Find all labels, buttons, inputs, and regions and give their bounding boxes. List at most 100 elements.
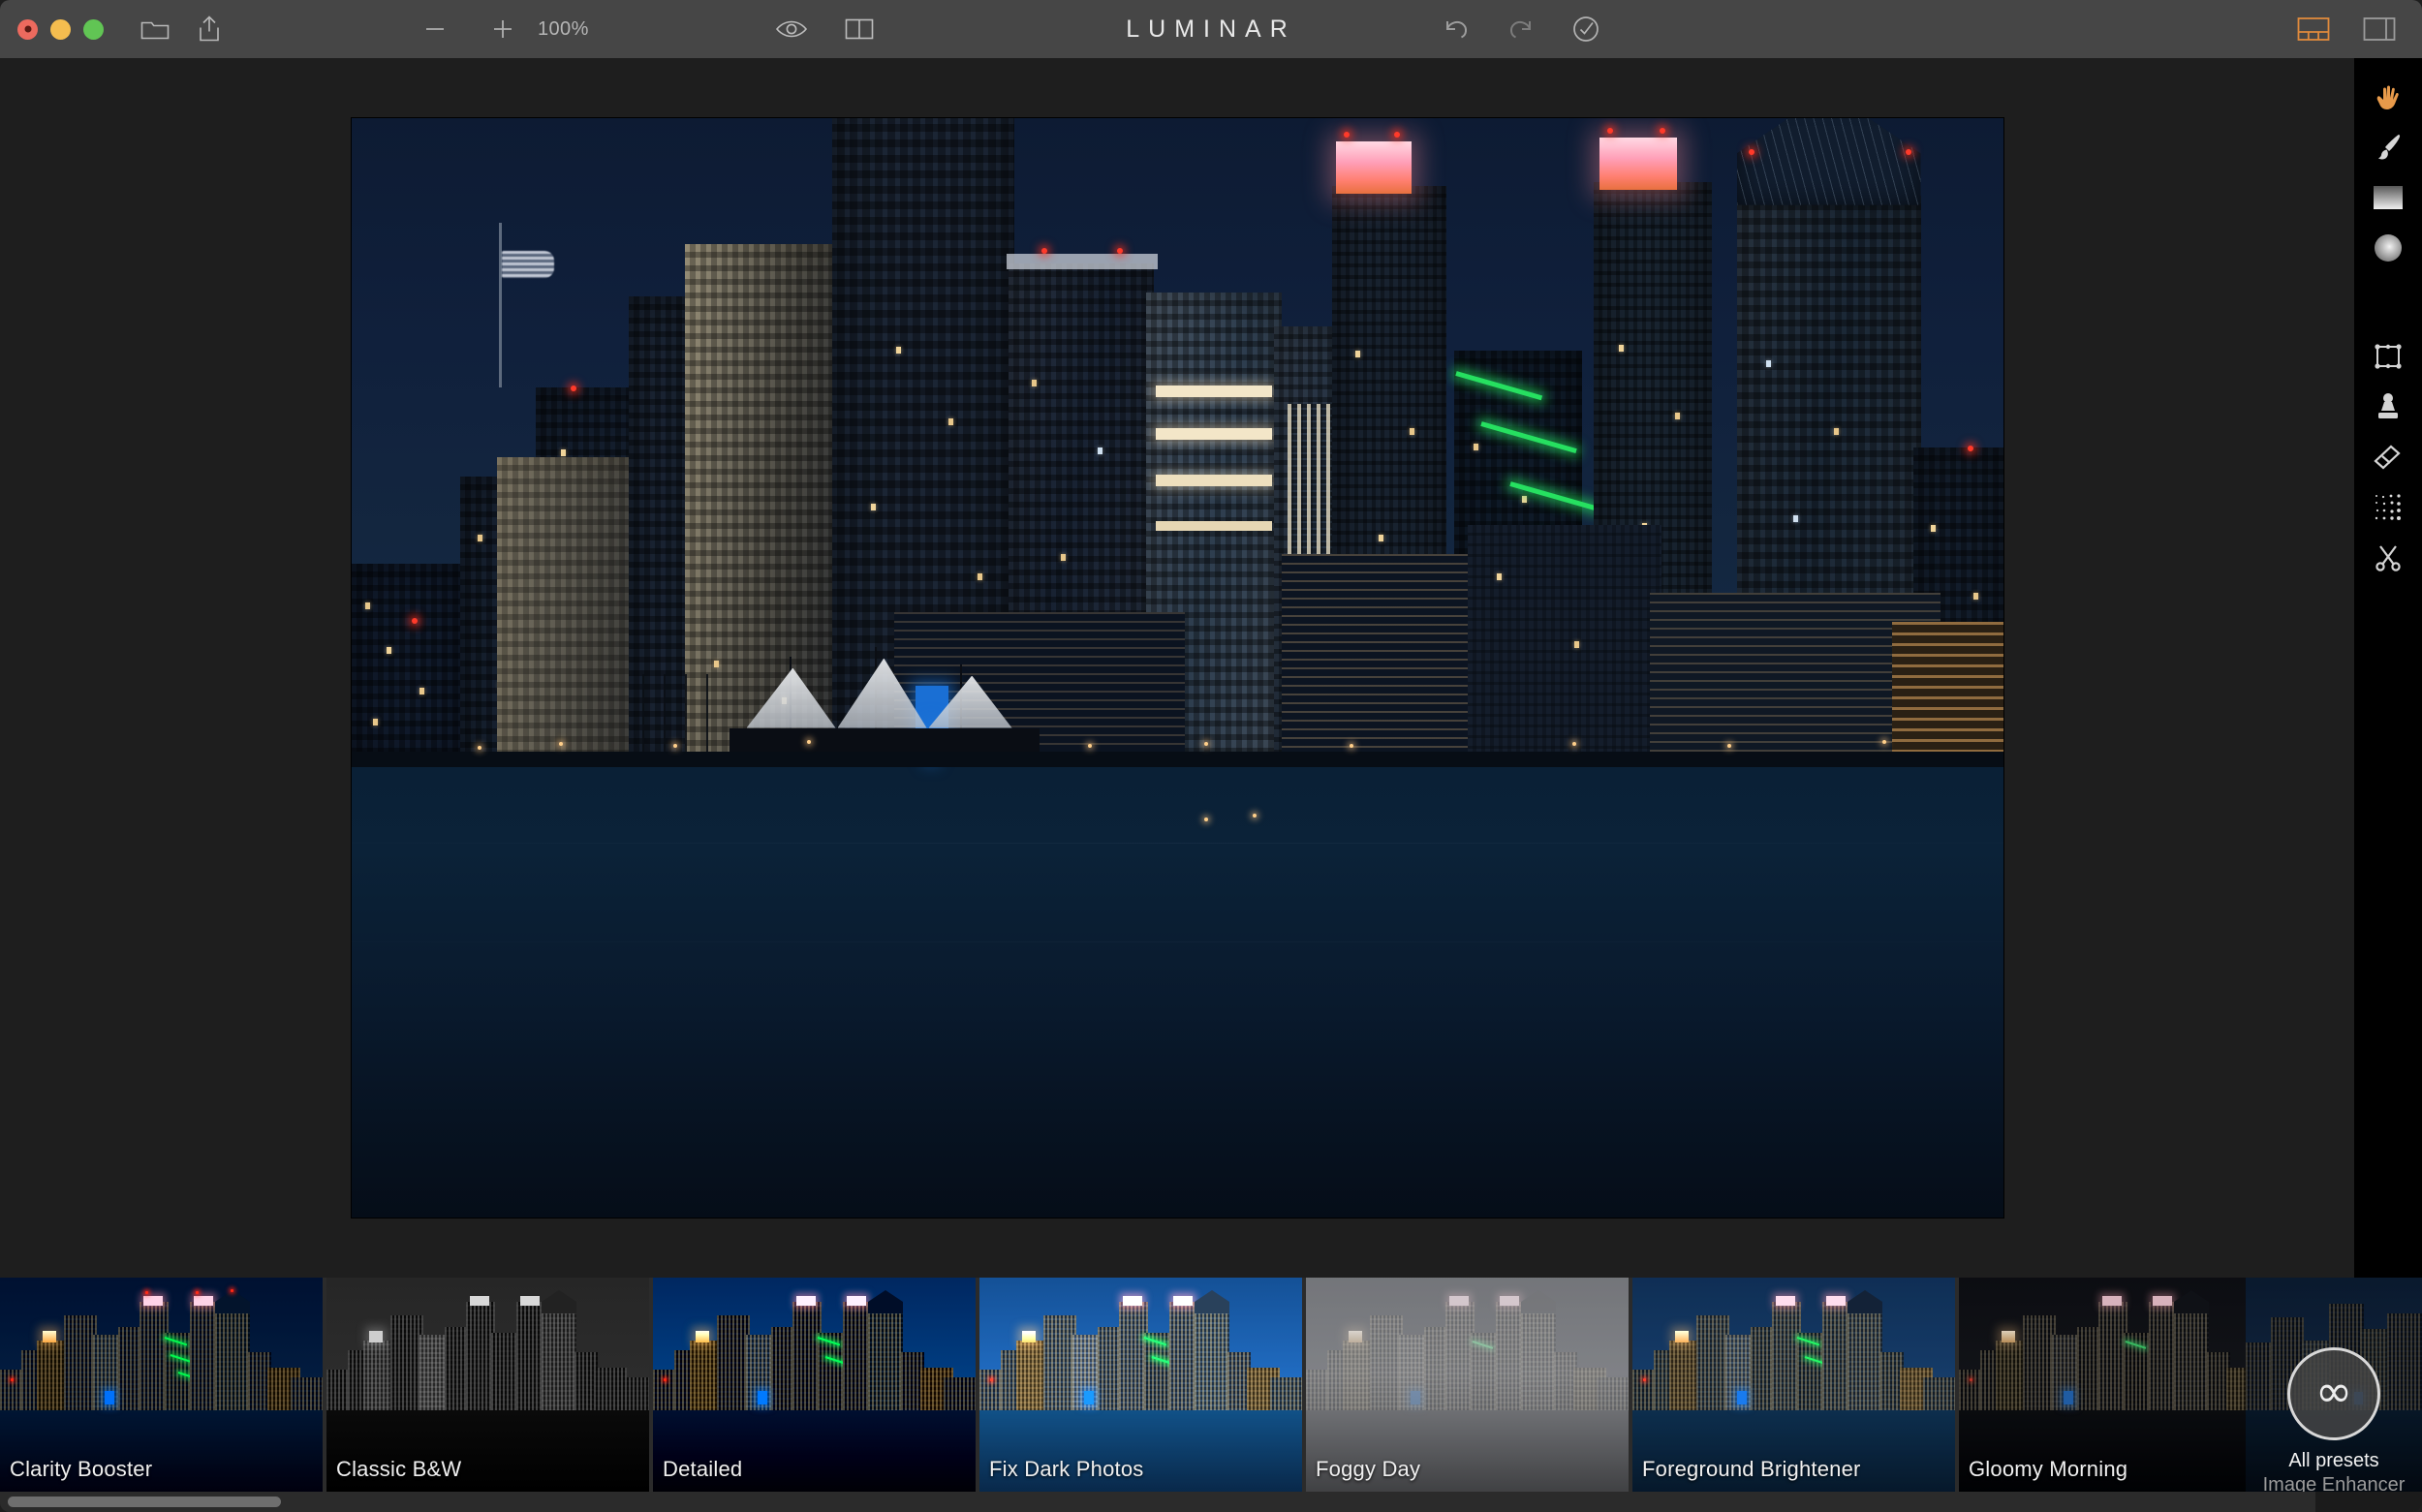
beacon-light [1343,131,1350,138]
flag-pole [498,222,502,387]
pier-light [1349,743,1353,748]
preset-label: Detailed [663,1457,743,1481]
scissors-icon[interactable] [2354,533,2422,583]
ship-sail [837,658,927,728]
grain-icon[interactable] [2354,482,2422,533]
filmstrip-right-padding [2315,1492,2422,1512]
minus-icon[interactable] [412,0,458,58]
lit-floor-band [1155,385,1272,397]
tall-ship [729,646,1040,767]
presets-scroller[interactable]: Clarity Booster Classic B&W Detailed Fix… [0,1278,2422,1492]
clock-check-icon[interactable] [1567,10,1605,48]
beacon-light [1967,445,1973,451]
white-roof-cap [1006,253,1158,269]
pier-light [672,743,677,748]
beacon-light [1748,148,1754,155]
folder-icon[interactable] [133,7,177,51]
lit-floor-band [1155,474,1272,486]
ship-sail [746,667,836,728]
split-view-icon[interactable] [838,8,881,50]
hand-icon[interactable] [2354,72,2422,122]
preset-label: Gloomy Morning [1969,1457,2128,1481]
window-controls [17,18,104,40]
preset-thumbnail[interactable]: Fix Dark Photos [979,1278,1302,1492]
eye-icon[interactable] [770,8,813,50]
crop-icon[interactable] [2354,331,2422,382]
beacon-light [1393,131,1400,138]
history-controls [1437,0,1605,58]
close-window-button[interactable] [17,18,38,40]
brush-icon[interactable] [2354,122,2422,172]
pier-light [1203,741,1208,746]
stamp-icon[interactable] [2354,382,2422,432]
lit-floor-band [1155,427,1272,440]
preset-label: Fix Dark Photos [989,1457,1144,1481]
preset-label: Foggy Day [1316,1457,1421,1481]
foreground-block [1281,553,1495,767]
water-ripple [351,941,2003,943]
undo-arrow-icon[interactable] [1437,10,1475,48]
current-collection-label: Image Enhancer [2262,1474,2406,1492]
pier-light [1087,743,1092,748]
tool-rail [2354,58,2422,1278]
beacon-light [1905,148,1911,155]
plus-icon[interactable] [480,0,526,58]
zoom-controls: 100% [412,0,606,58]
beacon-light [570,385,576,391]
pier-light [1881,739,1886,744]
pier-light [1726,743,1731,748]
presets-scrollbar[interactable] [0,1492,2315,1512]
all-presets-label: All presets [2288,1450,2379,1471]
preset-thumbnail[interactable]: Detailed [653,1278,976,1492]
preset-label: Clarity Booster [10,1457,153,1481]
preset-label: Classic B&W [336,1457,462,1481]
preset-thumbnail[interactable]: Foggy Day [1306,1278,1629,1492]
tower-pink-crown [1335,140,1412,194]
beacon-light [411,617,418,624]
photo-canvas[interactable] [351,118,2003,1218]
gradient-icon[interactable] [2354,172,2422,223]
lit-floor-band [1155,520,1272,531]
foreground-block [1467,524,1661,767]
pier-light [806,739,811,744]
scrollbar-thumb[interactable] [8,1497,281,1507]
preset-label: Foreground Brightener [1642,1457,1861,1481]
water-ripple [351,843,2003,845]
preset-thumbnail[interactable]: Classic B&W [326,1278,649,1492]
presets-filmstrip: Clarity Booster Classic B&W Detailed Fix… [0,1278,2422,1512]
canvas-area[interactable] [0,58,2354,1278]
usa-flag [501,250,554,278]
tower-pink-crown [1599,137,1677,190]
beacon-light [1606,127,1613,134]
page-title: LUMINAR [1126,15,1296,43]
pier-light [558,741,563,746]
title-bar: 100% LUMINAR [0,0,2422,58]
beacon-light [1659,127,1665,134]
beacon-light [1116,247,1123,254]
foreground-block-warm [1891,621,2003,767]
building [351,563,468,767]
redo-arrow-icon[interactable] [1502,10,1540,48]
panel-toggles [2292,0,2401,58]
side-panel-icon[interactable] [2358,8,2401,50]
eraser-icon[interactable] [2354,432,2422,482]
beacon-light [1040,247,1047,254]
zoom-level-value: 100% [538,17,589,40]
pier [351,751,2003,767]
preset-thumbnail[interactable]: Clarity Booster [0,1278,323,1492]
minimize-window-button[interactable] [50,18,71,40]
filmstrip-panel-icon[interactable] [2292,8,2335,50]
infinity-glyph: ∞ [2314,1365,2353,1417]
infinity-icon[interactable]: ∞ [2287,1347,2380,1440]
maximize-window-button[interactable] [83,18,104,40]
radial-mask-icon[interactable] [2354,223,2422,273]
all-presets-tile[interactable]: ∞ All presets Image Enhancer [2246,1278,2422,1492]
preset-thumbnail[interactable]: Gloomy Morning [1959,1278,2282,1492]
workspace [0,58,2422,1278]
view-controls [770,0,881,58]
harbor-water [351,766,2003,1218]
preset-thumbnail[interactable]: Foreground Brightener [1632,1278,1955,1492]
pier-light [477,745,481,750]
share-icon[interactable] [187,7,232,51]
ship-sail [928,675,1012,728]
